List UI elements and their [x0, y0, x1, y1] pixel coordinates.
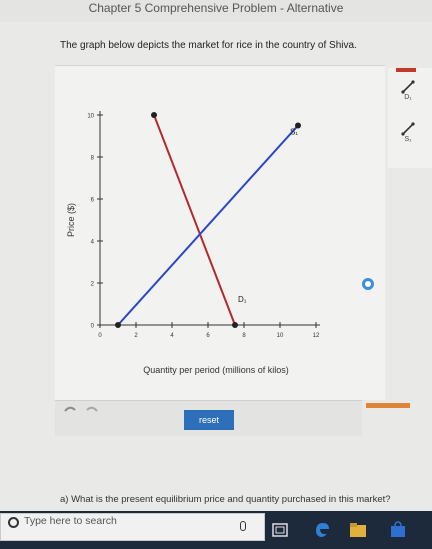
demand-curve-point	[232, 322, 238, 328]
y-tick-label: 8	[91, 156, 95, 162]
demand-curve-point	[151, 112, 157, 118]
x-tick-label: 2	[134, 333, 138, 339]
supply-curve-label: S₁	[290, 128, 298, 137]
task-view-icon[interactable]	[270, 520, 290, 540]
y-axis-label: Price ($)	[66, 203, 76, 237]
supply-curve-point	[115, 322, 121, 328]
microphone-icon[interactable]	[240, 521, 246, 531]
store-icon[interactable]	[388, 520, 408, 540]
undo-redo-group	[63, 405, 99, 413]
x-tick-label: 6	[206, 333, 210, 339]
demand-curve-label: D₁	[238, 295, 247, 304]
taskbar-search-input[interactable]: Type here to search	[24, 515, 117, 527]
x-axis-label: Quantity per period (millions of kilos)	[143, 365, 289, 375]
x-tick-label: 10	[277, 333, 284, 339]
question-text: a) What is the present equilibrium price…	[60, 494, 391, 505]
progress-accent	[366, 403, 410, 408]
demand-curve-line	[153, 114, 236, 326]
selection-indicator[interactable]	[362, 278, 374, 290]
market-graph[interactable]: 0 2 4 6 8 10 0 2 4 6 8 10 12 D₁ S₁ Price ($) Quantit…	[0, 0, 432, 549]
supply-curve-line	[117, 124, 299, 326]
x-tick-label: 4	[170, 333, 174, 339]
file-explorer-icon[interactable]	[348, 520, 368, 540]
y-tick-label: 0	[91, 324, 95, 330]
edge-browser-icon[interactable]	[312, 520, 332, 540]
reset-button[interactable]: reset	[184, 410, 234, 430]
y-tick-label: 4	[91, 240, 95, 246]
x-tick-label: 12	[313, 333, 320, 339]
x-tick-label: 0	[98, 333, 102, 339]
redo-icon[interactable]	[85, 405, 99, 413]
cortana-icon[interactable]	[8, 517, 19, 528]
y-tick-label: 2	[91, 282, 95, 288]
x-tick-label: 8	[242, 333, 246, 339]
y-tick-label: 6	[91, 198, 95, 204]
y-tick-label: 10	[87, 114, 94, 120]
undo-icon[interactable]	[63, 405, 77, 413]
